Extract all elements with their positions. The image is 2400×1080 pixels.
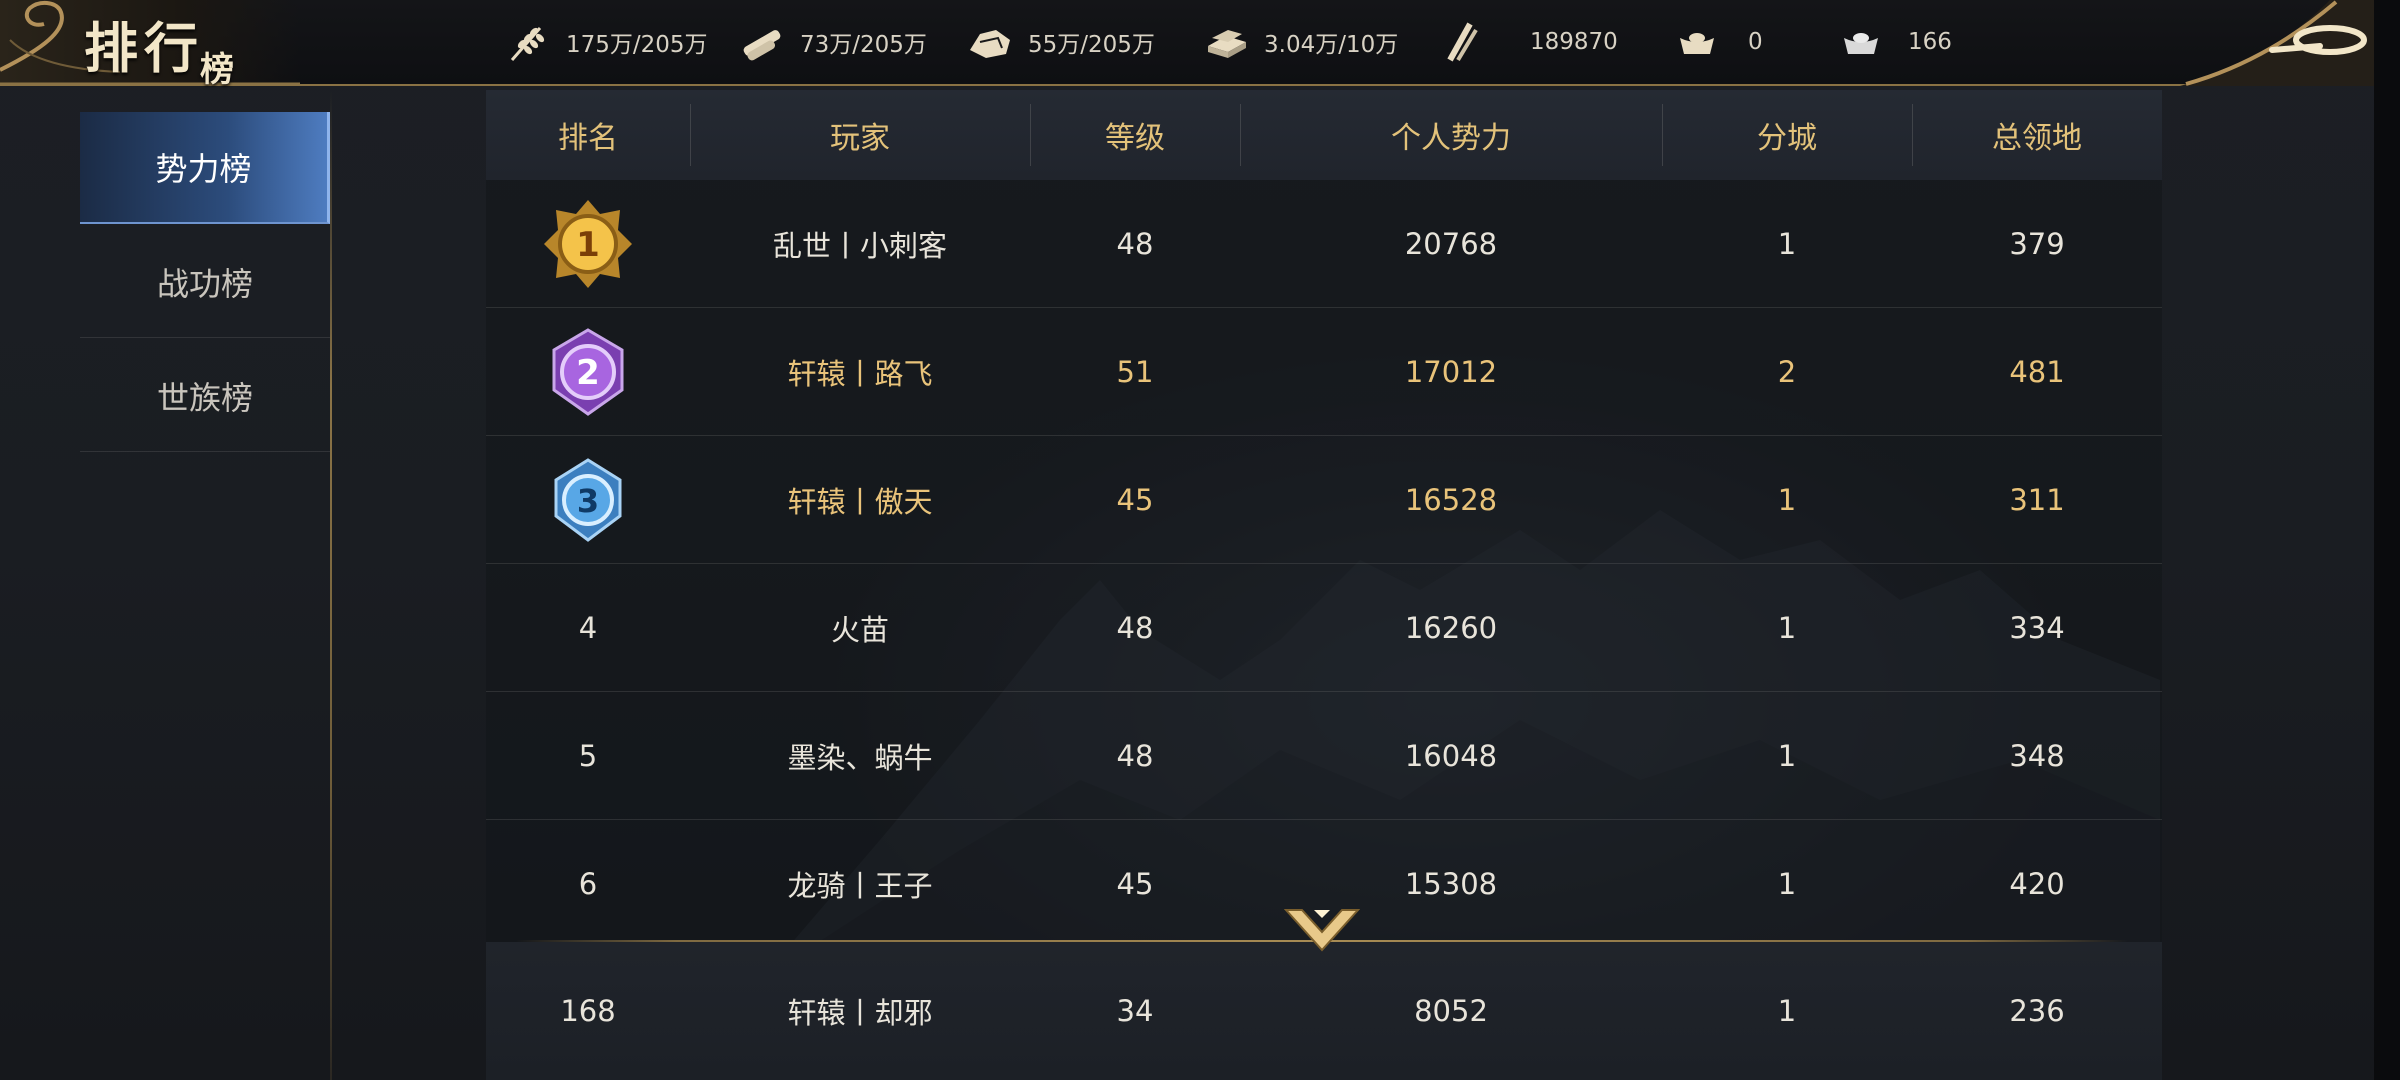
resource-wood-value: 73万/205万 bbox=[800, 32, 927, 58]
resource-iron[interactable]: 3.04万/10万 bbox=[1202, 18, 1398, 66]
subcity-cell: 1 bbox=[1777, 739, 1797, 773]
resource-stone[interactable]: 55万/205万 bbox=[966, 18, 1155, 66]
resource-grain[interactable]: 175万/205万 bbox=[504, 18, 708, 66]
purple-medal-icon: 2 bbox=[552, 328, 624, 416]
level-cell: 45 bbox=[1116, 483, 1154, 517]
rank-cell: 5 bbox=[578, 739, 598, 773]
player-cell: 乱世丨小刺客 bbox=[772, 229, 947, 263]
iron-icon bbox=[1208, 30, 1246, 58]
resource-iron-value: 3.04万/10万 bbox=[1264, 32, 1399, 58]
table-row[interactable]: 1 乱世丨小刺客 48 20768 1 379 bbox=[486, 180, 2162, 308]
my-rank-row[interactable]: 168 轩辕丨却邪 34 8052 1 236 bbox=[486, 942, 2162, 1080]
tab-merit-ranking-label: 战功榜 bbox=[156, 264, 253, 303]
copper-coin-icon bbox=[1447, 22, 1478, 62]
resource-silver[interactable]: 166 bbox=[1836, 18, 1952, 66]
power-cell: 16048 bbox=[1404, 739, 1498, 773]
player-cell: 轩辕丨傲天 bbox=[787, 485, 933, 519]
sidebar: 势力榜 战功榜 世族榜 bbox=[80, 112, 330, 1080]
power-cell: 16260 bbox=[1404, 611, 1498, 645]
player-cell: 龙骑丨王子 bbox=[787, 869, 933, 903]
level-cell: 45 bbox=[1116, 867, 1154, 901]
header-rank: 排名 bbox=[558, 121, 618, 156]
tab-power-ranking[interactable]: 势力榜 bbox=[80, 112, 330, 224]
my-player-cell: 轩辕丨却邪 bbox=[787, 996, 933, 1030]
resource-stone-value: 55万/205万 bbox=[1028, 32, 1155, 58]
page-title: 排行榜 bbox=[84, 4, 240, 90]
right-edge bbox=[2374, 0, 2400, 1080]
my-subcity-cell: 1 bbox=[1777, 994, 1797, 1028]
header-subcity: 分城 bbox=[1757, 121, 1817, 156]
level-cell: 48 bbox=[1116, 227, 1154, 261]
resource-wood[interactable]: 73万/205万 bbox=[738, 18, 927, 66]
my-territory-cell: 236 bbox=[2009, 994, 2065, 1028]
blue-medal-icon: 3 bbox=[554, 458, 622, 542]
power-cell: 20768 bbox=[1404, 227, 1498, 261]
table-row[interactable]: 3 轩辕丨傲天 45 16528 1 311 bbox=[486, 436, 2162, 564]
my-level-cell: 34 bbox=[1116, 994, 1154, 1028]
level-cell: 48 bbox=[1116, 611, 1154, 645]
rank-cell: 1 bbox=[486, 180, 690, 308]
header-power: 个人势力 bbox=[1391, 121, 1511, 156]
territory-cell: 311 bbox=[2009, 483, 2065, 517]
silver-ingot-icon bbox=[1844, 33, 1878, 54]
subcity-cell: 1 bbox=[1777, 227, 1797, 261]
territory-cell: 420 bbox=[2009, 867, 2065, 901]
header-player: 玩家 bbox=[830, 121, 890, 156]
tab-merit-ranking[interactable]: 战功榜 bbox=[80, 226, 330, 338]
subcity-cell: 1 bbox=[1777, 867, 1797, 901]
territory-cell: 348 bbox=[2009, 739, 2065, 773]
player-cell: 火苗 bbox=[830, 613, 889, 647]
subcity-cell: 1 bbox=[1777, 611, 1797, 645]
tab-clan-ranking[interactable]: 世族榜 bbox=[80, 340, 330, 452]
top-bar: 排行榜 175万/205万 73万/205万 55万/205万 3.04万/10… bbox=[0, 0, 2374, 90]
table-row[interactable]: 4 火苗 48 16260 1 334 bbox=[486, 564, 2162, 692]
page-title-main: 排行 bbox=[84, 16, 204, 80]
table-header: 排名 玩家 等级 个人势力 分城 总领地 bbox=[486, 90, 2162, 180]
my-rank-cell: 168 bbox=[560, 994, 616, 1028]
tab-clan-ranking-label: 世族榜 bbox=[156, 378, 253, 417]
page-title-sub: 榜 bbox=[200, 50, 240, 90]
medal-rank-2: 2 bbox=[576, 353, 600, 393]
player-cell: 轩辕丨路飞 bbox=[787, 357, 933, 391]
gold-medal-icon: 1 bbox=[544, 200, 632, 288]
rank-cell: 3 bbox=[486, 436, 690, 564]
territory-cell: 481 bbox=[2009, 355, 2065, 389]
subcity-cell: 1 bbox=[1777, 483, 1797, 517]
rank-cell: 2 bbox=[486, 308, 690, 436]
resource-gold[interactable]: 0 bbox=[1672, 18, 1763, 66]
resource-grain-value: 175万/205万 bbox=[566, 32, 708, 58]
header-territory: 总领地 bbox=[1992, 121, 2082, 156]
chevron-down-icon[interactable] bbox=[1284, 906, 1360, 956]
level-cell: 51 bbox=[1116, 355, 1154, 389]
resource-silver-value: 166 bbox=[1908, 29, 1952, 55]
tab-power-ranking-label: 势力榜 bbox=[155, 150, 252, 188]
territory-cell: 334 bbox=[2009, 611, 2065, 645]
territory-cell: 379 bbox=[2009, 227, 2065, 261]
resource-copper-value: 189870 bbox=[1530, 29, 1618, 55]
wood-icon bbox=[743, 30, 781, 61]
level-cell: 48 bbox=[1116, 739, 1154, 773]
table-row[interactable]: 2 轩辕丨路飞 51 17012 2 481 bbox=[486, 308, 2162, 436]
stone-icon bbox=[970, 30, 1010, 58]
gold-ingot-icon bbox=[1680, 33, 1714, 54]
rank-cell: 4 bbox=[578, 611, 598, 645]
rank-cell: 6 bbox=[578, 867, 598, 901]
medal-rank-3: 3 bbox=[577, 482, 599, 520]
table-row[interactable]: 5 墨染、蜗牛 48 16048 1 348 bbox=[486, 692, 2162, 820]
grain-icon bbox=[510, 27, 545, 61]
power-cell: 17012 bbox=[1404, 355, 1498, 389]
header-level: 等级 bbox=[1105, 121, 1165, 156]
player-cell: 墨染、蜗牛 bbox=[787, 741, 933, 775]
medal-rank-1: 1 bbox=[576, 225, 600, 265]
back-button-icon[interactable] bbox=[2180, 0, 2374, 86]
resource-copper[interactable]: 189870 bbox=[1436, 18, 1618, 66]
sidebar-divider bbox=[330, 90, 332, 1080]
power-cell: 16528 bbox=[1404, 483, 1498, 517]
subcity-cell: 2 bbox=[1777, 355, 1797, 389]
my-power-cell: 8052 bbox=[1414, 994, 1488, 1028]
resource-gold-value: 0 bbox=[1748, 29, 1763, 55]
